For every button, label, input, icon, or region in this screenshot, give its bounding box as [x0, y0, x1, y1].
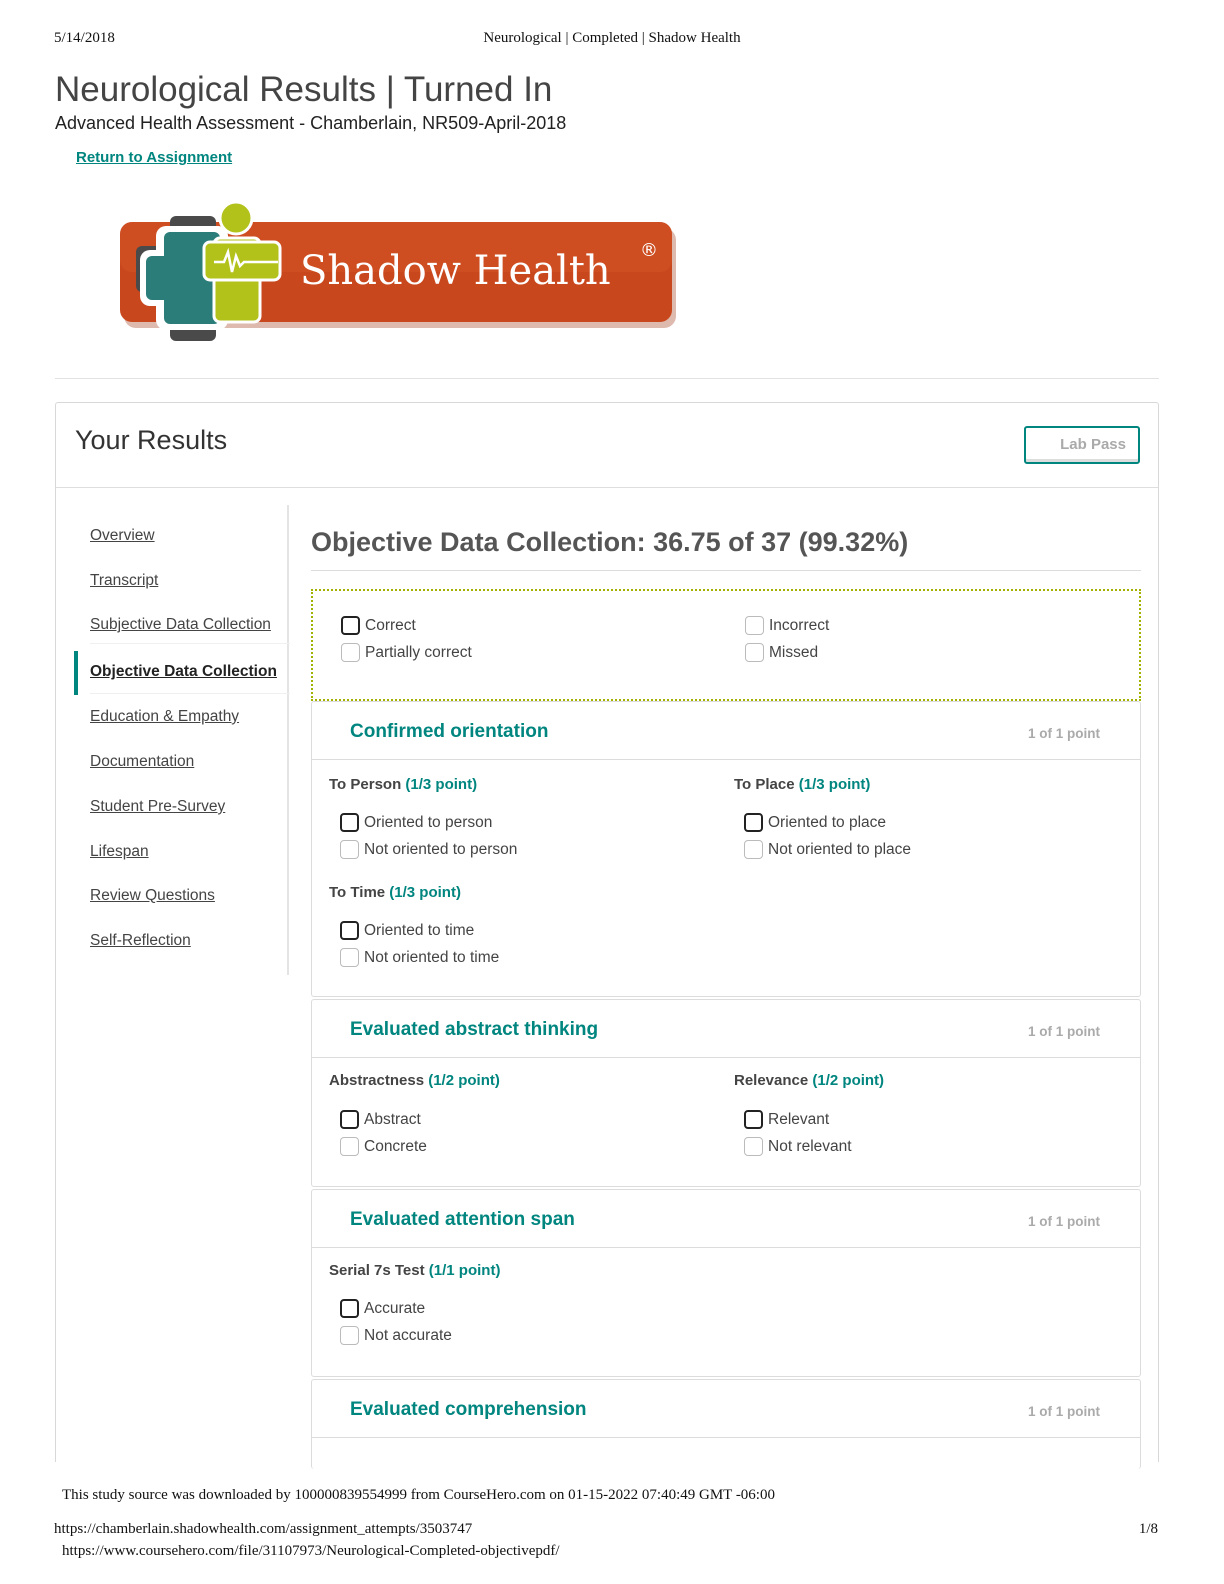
card-points: 1 of 1 point — [1028, 1214, 1100, 1229]
logo-text: Shadow Health — [300, 248, 611, 294]
option-row: Not oriented to person — [340, 840, 517, 859]
legend-label: Correct — [365, 616, 416, 634]
checkbox-icon — [340, 1299, 359, 1318]
result-card: Confirmed orientation 1 of 1 point To Pe… — [311, 701, 1141, 997]
card-header: Evaluated abstract thinking 1 of 1 point — [312, 1000, 1140, 1058]
option-row: Not oriented to time — [340, 948, 499, 967]
option-row: Oriented to place — [744, 813, 886, 832]
checkbox-icon — [744, 840, 763, 859]
nav-divider — [90, 693, 290, 694]
card-title: Evaluated attention span — [350, 1209, 575, 1230]
checkbox-icon — [744, 1110, 763, 1129]
section-divider — [311, 570, 1141, 571]
result-card: Evaluated attention span 1 of 1 point Se… — [311, 1189, 1141, 1377]
results-panel: Your Results Lab Pass Overview Transcrip… — [55, 402, 1159, 1469]
result-card: Evaluated comprehension 1 of 1 point — [311, 1379, 1141, 1469]
checkbox-icon — [340, 1110, 359, 1129]
option-row: Not relevant — [744, 1137, 852, 1156]
sidebar-item-documentation[interactable]: Documentation — [90, 753, 194, 771]
checkbox-icon — [340, 840, 359, 859]
result-card: Evaluated abstract thinking 1 of 1 point… — [311, 999, 1141, 1187]
sidebar-item-subjective-data-collection[interactable]: Subjective Data Collection — [90, 616, 271, 634]
sidebar-item-overview[interactable]: Overview — [90, 527, 155, 545]
sidebar-item-self-reflection[interactable]: Self-Reflection — [90, 932, 191, 950]
sidebar-item-education-empathy[interactable]: Education & Empathy — [90, 708, 239, 726]
source-note: This study source was downloaded by 1000… — [62, 1487, 775, 1503]
print-title: Neurological | Completed | Shadow Health — [483, 30, 741, 46]
checkbox-icon — [341, 616, 360, 635]
legend-partially-correct: Partially correct — [341, 643, 472, 662]
results-legend: Correct Partially correct Incorrect Miss… — [311, 589, 1141, 701]
option-row: Accurate — [340, 1299, 425, 1318]
question-label: Abstractness (1/2 point) — [329, 1072, 500, 1089]
option-row: Not accurate — [340, 1326, 452, 1345]
lab-pass-button[interactable]: Lab Pass — [1024, 426, 1140, 464]
checkbox-icon — [745, 643, 764, 662]
checkbox-icon — [340, 948, 359, 967]
sidebar-item-objective-data-collection[interactable]: Objective Data Collection — [90, 663, 277, 681]
checkbox-icon — [340, 1137, 359, 1156]
legend-label: Incorrect — [769, 616, 830, 634]
card-points: 1 of 1 point — [1028, 1404, 1100, 1419]
return-to-assignment-link[interactable]: Return to Assignment — [76, 149, 232, 166]
card-header: Evaluated attention span 1 of 1 point — [312, 1190, 1140, 1248]
panel-divider — [56, 487, 1158, 488]
page-number: 1/8 — [1138, 1521, 1158, 1537]
sidebar-item-transcript[interactable]: Transcript — [90, 572, 158, 590]
question-label: Relevance (1/2 point) — [734, 1072, 885, 1089]
sidebar-item-student-pre-survey[interactable]: Student Pre-Survey — [90, 798, 225, 816]
card-title: Evaluated comprehension — [350, 1399, 587, 1420]
checkbox-icon — [340, 813, 359, 832]
option-row: Oriented to person — [340, 813, 492, 832]
page-title: Neurological Results | Turned In — [55, 70, 553, 109]
registered-mark: ® — [640, 240, 658, 261]
card-points: 1 of 1 point — [1028, 1024, 1100, 1039]
legend-incorrect: Incorrect — [745, 616, 829, 635]
divider — [55, 378, 1159, 379]
shadow-health-logo: Shadow Health ® — [118, 198, 678, 348]
coursehero-url: https://www.coursehero.com/file/31107973… — [62, 1543, 560, 1559]
legend-missed: Missed — [745, 643, 818, 662]
card-title: Evaluated abstract thinking — [350, 1019, 599, 1040]
checkbox-icon — [341, 643, 360, 662]
sidebar-item-review-questions[interactable]: Review Questions — [90, 887, 215, 905]
checkbox-icon — [340, 1326, 359, 1345]
legend-label: Partially correct — [365, 643, 472, 661]
section-title: Objective Data Collection: 36.75 of 37 (… — [311, 527, 909, 557]
question-label: To Time (1/3 point) — [329, 884, 461, 901]
legend-label: Missed — [769, 643, 819, 661]
sidebar-item-lifespan[interactable]: Lifespan — [90, 843, 149, 861]
print-header: 5/14/2018 Neurological | Completed | Sha… — [54, 30, 1170, 50]
checkbox-icon — [340, 921, 359, 940]
card-header: Confirmed orientation 1 of 1 point — [312, 702, 1140, 760]
results-heading: Your Results — [75, 425, 228, 455]
card-points: 1 of 1 point — [1028, 726, 1100, 741]
question-label: To Place (1/3 point) — [734, 776, 871, 793]
option-row: Concrete — [340, 1137, 427, 1156]
option-row: Not oriented to place — [744, 840, 911, 859]
card-header: Evaluated comprehension 1 of 1 point — [312, 1380, 1140, 1438]
option-row: Relevant — [744, 1110, 829, 1129]
checkbox-icon — [744, 1137, 763, 1156]
question-label: To Person (1/3 point) — [329, 776, 478, 793]
option-row: Abstract — [340, 1110, 421, 1129]
page-url: https://chamberlain.shadowhealth.com/ass… — [54, 1521, 473, 1537]
card-title: Confirmed orientation — [350, 721, 549, 742]
results-sidebar: Overview Transcript Subjective Data Coll… — [74, 505, 290, 975]
legend-correct: Correct — [341, 616, 416, 635]
nav-divider — [90, 643, 290, 644]
checkbox-icon — [744, 813, 763, 832]
option-row: Oriented to time — [340, 921, 474, 940]
question-label: Serial 7s Test (1/1 point) — [329, 1262, 501, 1279]
page-subtitle: Advanced Health Assessment - Chamberlain… — [55, 113, 567, 133]
active-indicator — [74, 651, 78, 695]
checkbox-icon — [745, 616, 764, 635]
